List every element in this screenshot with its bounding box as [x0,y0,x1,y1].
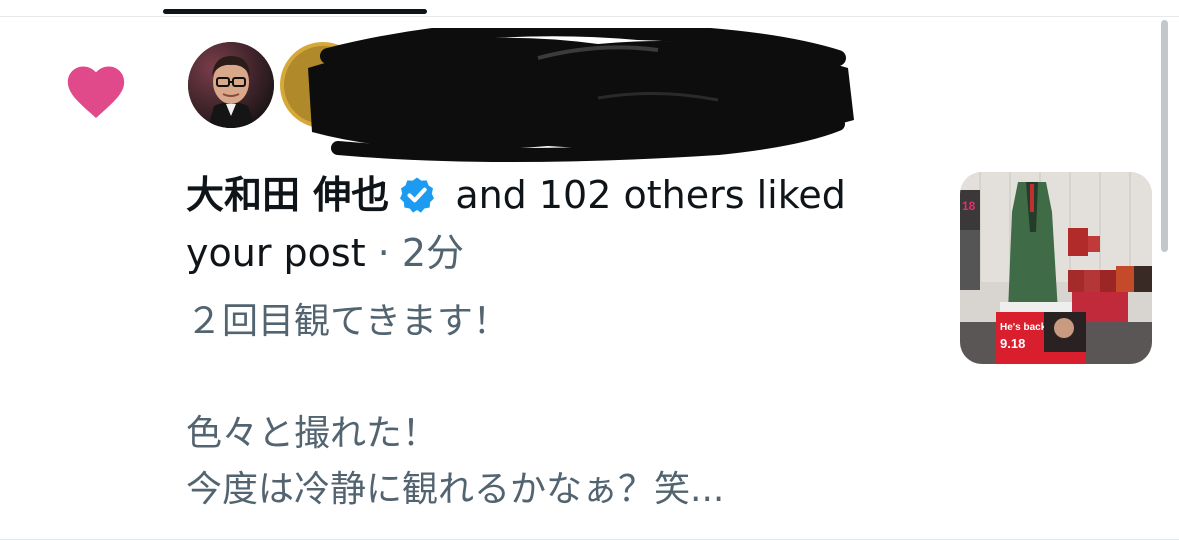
tab-indicator [163,9,427,14]
thumbnail-banner-text: He's back. [1000,322,1049,333]
timestamp: 2分 [401,231,465,275]
heart-icon [67,66,125,119]
thumbnail-image: 18 He's back. 9.18 [960,172,1152,364]
post-thumbnail[interactable]: 18 He's back. 9.18 [960,172,1152,364]
time-separator: · [365,231,402,275]
post-preview[interactable]: ２回目観てきます！ 色々と撮れた！ 今度は冷静に観れるかなぁ？笑... [186,294,926,518]
redaction-scribble [308,28,854,162]
notification-text: 大和田 伸也 and 102 others liked your post · … [186,166,906,282]
thumbnail-banner-date: 9.18 [1000,336,1025,351]
verified-badge-icon [400,177,435,213]
user-name[interactable]: 大和田 伸也 [186,173,389,217]
thumbnail-side-text: 18 [962,199,976,213]
top-divider [0,16,1179,17]
scrollbar[interactable] [1161,20,1168,252]
avatar[interactable] [188,42,274,128]
liker-avatars [188,28,854,162]
